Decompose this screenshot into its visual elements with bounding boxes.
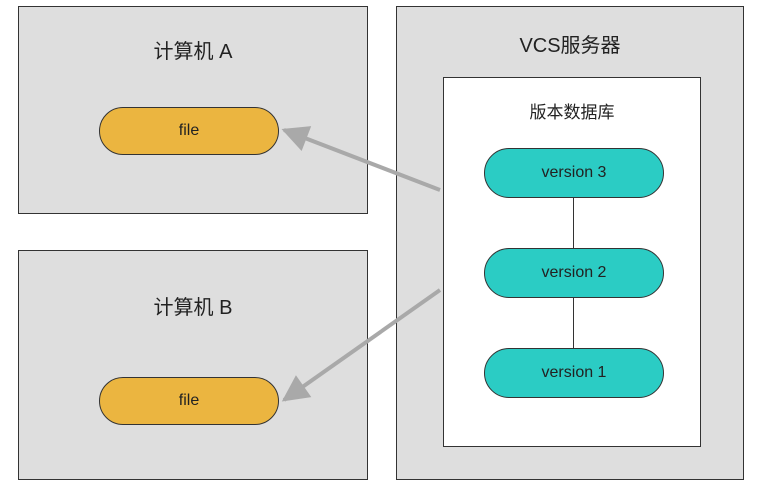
computer-a-title: 计算机 A [19,35,367,64]
computer-b-panel: 计算机 B file [18,250,368,480]
vcs-server-panel: VCS服务器 版本数据库 version 3 version 2 version… [396,6,744,480]
computer-b-file-node: file [99,377,279,425]
version-db-box: 版本数据库 version 3 version 2 version 1 [443,77,701,447]
edge-v2-v1 [573,298,574,348]
computer-b-title: 计算机 B [19,291,367,320]
computer-a-file-label: file [179,122,199,140]
edge-v3-v2 [573,198,574,248]
version-db-title: 版本数据库 [444,98,700,123]
version-1-label: version 1 [542,364,607,382]
version-3-node: version 3 [484,148,664,198]
version-3-label: version 3 [542,164,607,182]
computer-a-file-node: file [99,107,279,155]
computer-a-panel: 计算机 A file [18,6,368,214]
version-1-node: version 1 [484,348,664,398]
version-2-node: version 2 [484,248,664,298]
vcs-server-title: VCS服务器 [397,29,743,58]
computer-b-file-label: file [179,392,199,410]
version-2-label: version 2 [542,264,607,282]
